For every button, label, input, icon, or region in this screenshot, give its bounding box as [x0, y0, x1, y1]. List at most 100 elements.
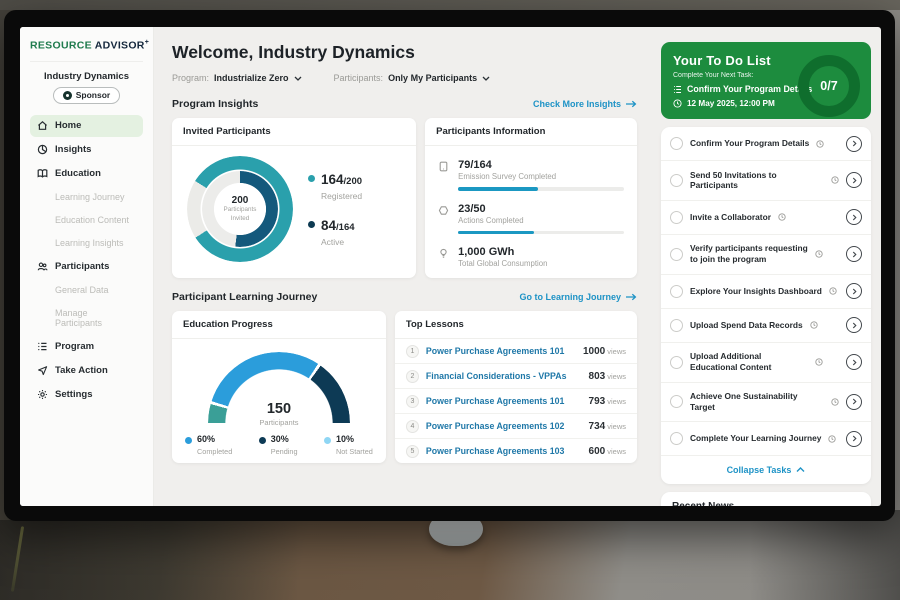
sidebar-item-label: Program [55, 341, 94, 352]
participants-value: Only My Participants [388, 73, 477, 83]
program-dropdown[interactable]: Program: Industrialize Zero [172, 73, 302, 83]
lesson-link[interactable]: Power Purchase Agreements 102 [426, 421, 582, 431]
task-row-confirm-program[interactable]: Confirm Your Program Details [661, 127, 871, 161]
task-checkbox[interactable] [670, 356, 683, 369]
stat-value: 23/50 [458, 203, 624, 215]
task-open-button[interactable] [846, 246, 862, 262]
donut-center-value: 200 [232, 195, 249, 206]
gauge-center: 150 Participants [208, 402, 350, 427]
lesson-views: 1000views [583, 346, 626, 357]
task-open-button[interactable] [846, 136, 862, 152]
task-row-invite-collaborator[interactable]: Invite a Collaborator [661, 201, 871, 235]
org-name: Industry Dynamics [30, 71, 143, 82]
task-checkbox[interactable] [670, 174, 683, 187]
sidebar-item-learning-journey[interactable]: Learning Journey [30, 187, 143, 208]
task-row-verify-participants[interactable]: Verify participants requesting to join t… [661, 235, 871, 275]
clock-icon [778, 213, 786, 221]
card-title: Top Lessons [395, 311, 637, 339]
sidebar-item-education-content[interactable]: Education Content [30, 210, 143, 231]
main-content: Welcome, Industry Dynamics Program: Indu… [154, 27, 653, 506]
task-label: Explore Your Insights Dashboard [690, 286, 822, 297]
task-row-complete-learning-journey[interactable]: Complete Your Learning Journey [661, 422, 871, 456]
sidebar-item-take-action[interactable]: Take Action [30, 360, 143, 382]
sidebar-item-settings[interactable]: Settings [30, 384, 143, 406]
lesson-row: 1 Power Purchase Agreements 101 1000view… [395, 339, 637, 364]
sidebar-item-label: Take Action [55, 365, 108, 376]
gauge-center-value: 150 [208, 402, 350, 418]
task-row-upload-educational-content[interactable]: Upload Additional Educational Content [661, 343, 871, 383]
sidebar-item-program[interactable]: Program [30, 336, 143, 358]
stat-actions-completed: 23/50 Actions Completed [438, 197, 624, 241]
sidebar-item-participants[interactable]: Participants [30, 256, 143, 278]
task-row-explore-insights[interactable]: Explore Your Insights Dashboard [661, 275, 871, 309]
task-checkbox[interactable] [670, 319, 683, 332]
invited-legend: 164/200 Registered 84/164 Active [308, 171, 362, 247]
task-open-button[interactable] [846, 172, 862, 188]
go-to-learning-journey-link[interactable]: Go to Learning Journey [519, 292, 637, 302]
education-progress-card: Education Progress 150 Participants 60%C… [172, 311, 386, 463]
stat-emission-survey: 79/164 Emission Survey Completed [438, 153, 624, 197]
todo-summary-card: Your To Do List Complete Your Next Task:… [661, 42, 871, 119]
task-checkbox[interactable] [670, 395, 683, 408]
action-arrow-icon [37, 365, 48, 376]
stat-progress-fill [458, 231, 534, 235]
lesson-rank: 3 [406, 395, 419, 408]
lesson-rank: 2 [406, 370, 419, 383]
chevron-right-icon [852, 359, 857, 366]
task-open-button[interactable] [846, 209, 862, 225]
task-checkbox[interactable] [670, 248, 683, 261]
program-value: Industrialize Zero [214, 73, 289, 83]
sidebar-item-label: Participants [55, 261, 109, 272]
task-open-button[interactable] [846, 317, 862, 333]
check-more-insights-link[interactable]: Check More Insights [533, 99, 637, 109]
todo-panel: Your To Do List Complete Your Next Task:… [661, 42, 871, 506]
arrow-right-icon [625, 100, 637, 108]
task-label: Send 50 Invitations to Participants [690, 170, 824, 192]
sidebar-item-insights[interactable]: Insights [30, 139, 143, 161]
lesson-views: 793views [589, 396, 626, 407]
task-row-achieve-target[interactable]: Achieve One Sustainability Target [661, 383, 871, 423]
stat-label: Total Global Consumption [458, 259, 624, 268]
task-open-button[interactable] [846, 354, 862, 370]
lesson-link[interactable]: Financial Considerations - VPPAs [426, 371, 582, 381]
task-checkbox[interactable] [670, 285, 683, 298]
task-checkbox[interactable] [670, 137, 683, 150]
people-icon [37, 261, 48, 272]
sidebar-item-education[interactable]: Education [30, 163, 143, 185]
participants-label: Participants: [334, 73, 384, 83]
task-checkbox[interactable] [670, 211, 683, 224]
sidebar-item-general-data[interactable]: General Data [30, 280, 143, 301]
clipboard-icon [438, 161, 449, 172]
sidebar-item-learning-insights[interactable]: Learning Insights [30, 233, 143, 254]
lesson-link[interactable]: Power Purchase Agreements 101 [426, 396, 582, 406]
sponsor-icon [63, 91, 72, 100]
stat-progress-track [458, 187, 624, 191]
sponsor-badge[interactable]: Sponsor [53, 87, 120, 104]
task-checkbox[interactable] [670, 432, 683, 445]
task-open-button[interactable] [846, 394, 862, 410]
task-row-send-invitations[interactable]: Send 50 Invitations to Participants [661, 161, 871, 201]
lesson-link[interactable]: Power Purchase Agreements 101 [426, 346, 576, 356]
stat-label: Emission Survey Completed [458, 172, 624, 181]
collapse-tasks-link[interactable]: Collapse Tasks [661, 456, 871, 484]
background-left-shadow [0, 520, 300, 600]
education-gauge-chart: 150 Participants [208, 352, 350, 423]
participants-dropdown[interactable]: Participants: Only My Participants [334, 73, 491, 83]
task-row-upload-spend-data[interactable]: Upload Spend Data Records [661, 309, 871, 343]
clock-icon [815, 250, 823, 258]
task-open-button[interactable] [846, 431, 862, 447]
gear-icon [37, 389, 48, 400]
background-right-shadow [750, 510, 900, 600]
sidebar-item-manage-participants[interactable]: Manage Participants [30, 303, 143, 334]
filter-bar: Program: Industrialize Zero Participants… [172, 73, 637, 83]
task-open-button[interactable] [846, 283, 862, 299]
todo-progress-value: 0/7 [820, 79, 837, 93]
task-label: Upload Spend Data Records [690, 320, 803, 331]
lesson-link[interactable]: Power Purchase Agreements 103 [426, 446, 582, 456]
hexagon-action-icon [438, 205, 449, 216]
chevron-right-icon [852, 177, 857, 184]
lesson-row: 5 Power Purchase Agreements 103 600views [395, 439, 637, 463]
chevron-right-icon [852, 322, 857, 329]
sidebar-item-home[interactable]: Home [30, 115, 143, 137]
legend-value: 164/200 [321, 172, 362, 187]
